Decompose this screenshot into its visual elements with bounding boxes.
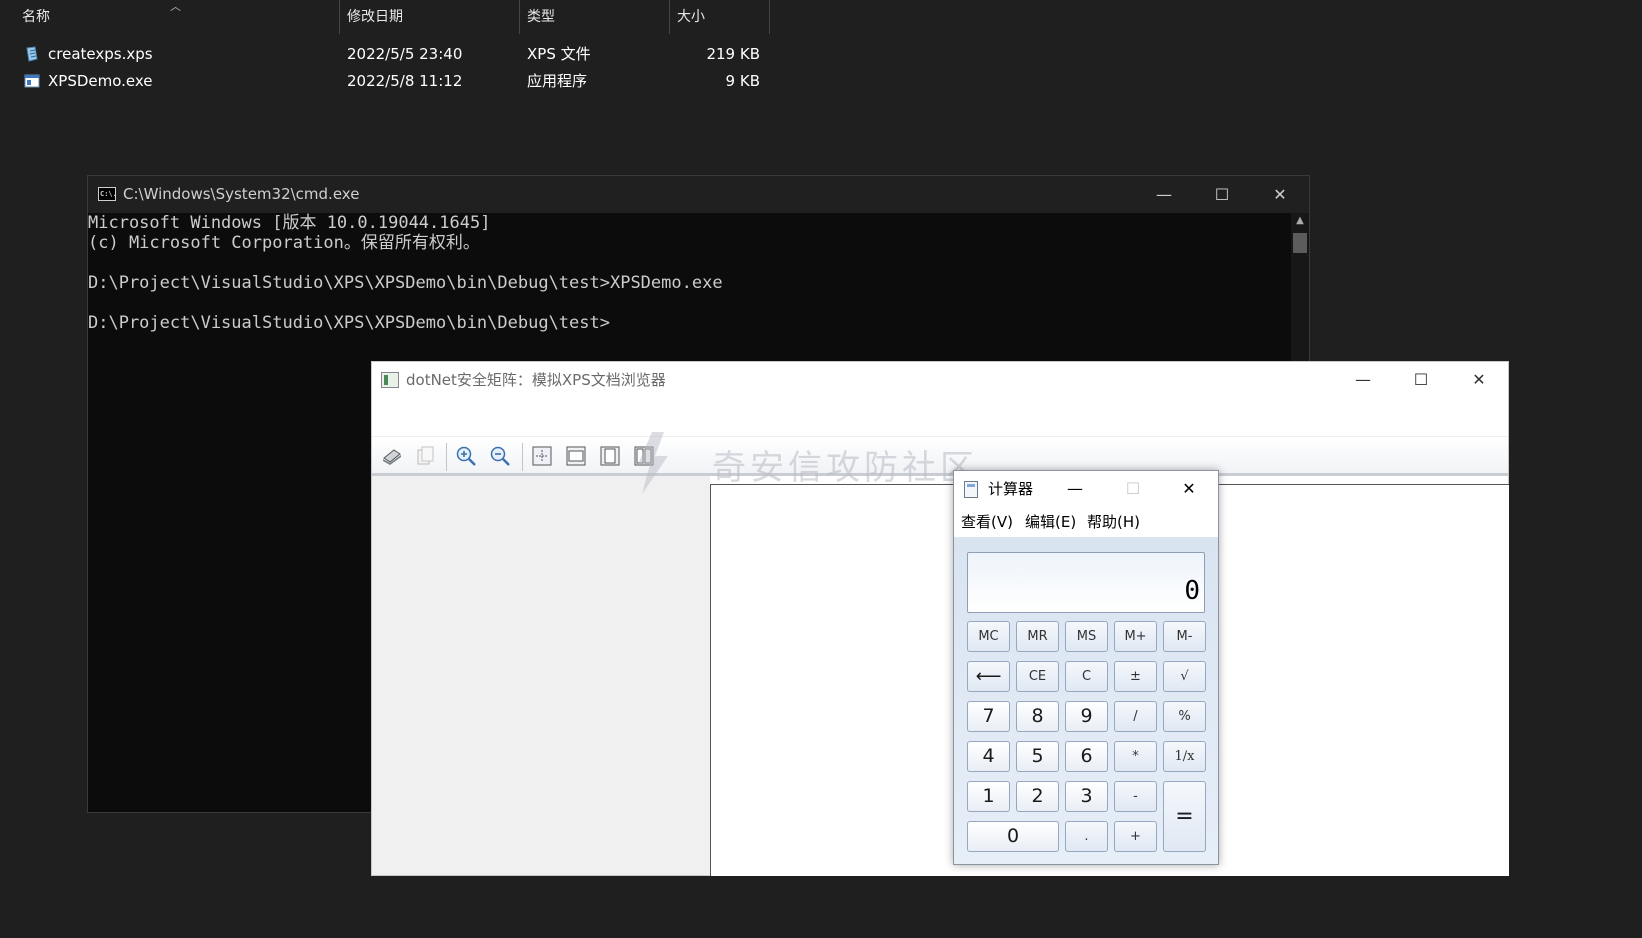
xps-viewer-window[interactable]: dotNet安全矩阵：模拟XPS文档浏览器 — ☐ ✕ 奇安信攻防社区 — [371, 361, 1509, 876]
menu-help[interactable]: 帮助(H) — [1087, 507, 1140, 537]
file-size: 9 KB — [725, 72, 760, 90]
menu-edit[interactable]: 编辑(E) — [1025, 507, 1076, 537]
digit-8-button[interactable]: 8 — [1016, 701, 1059, 732]
file-name: XPSDemo.exe — [48, 72, 153, 90]
xps-file-icon — [26, 46, 38, 62]
digit-9-button[interactable]: 9 — [1065, 701, 1108, 732]
whole-page-icon[interactable] — [598, 444, 622, 468]
exe-file-icon — [24, 74, 40, 88]
digit-4-button[interactable]: 4 — [967, 741, 1010, 772]
cmd-title-bar[interactable]: C:\. C:\Windows\System32\cmd.exe — ☐ ✕ — [88, 176, 1309, 213]
file-date: 2022/5/8 11:12 — [347, 72, 463, 90]
column-size[interactable]: 大小 — [669, 0, 769, 34]
app-icon — [381, 372, 399, 388]
m-minus-button[interactable]: M- — [1163, 621, 1206, 652]
digit-1-button[interactable]: 1 — [967, 781, 1010, 812]
mr-button[interactable]: MR — [1016, 621, 1059, 652]
sort-ascending-icon: ︿ — [170, 0, 181, 13]
percent-button[interactable]: % — [1163, 701, 1206, 732]
cmd-close-button[interactable]: ✕ — [1251, 176, 1309, 213]
digit-3-button[interactable]: 3 — [1065, 781, 1108, 812]
column-divider[interactable] — [769, 0, 770, 34]
console-line: (c) Microsoft Corporation。保留所有权利。 — [88, 233, 480, 253]
digit-2-button[interactable]: 2 — [1016, 781, 1059, 812]
xps-maximize-button[interactable]: ☐ — [1392, 362, 1450, 398]
watermark-text: 奇安信攻防社区 — [712, 448, 978, 488]
divide-button[interactable]: / — [1114, 701, 1157, 732]
xps-title: dotNet安全矩阵：模拟XPS文档浏览器 — [406, 371, 666, 389]
zoom-out-icon[interactable] — [488, 444, 512, 468]
calc-maximize-button: ☐ — [1125, 479, 1141, 498]
console-line: D:\Project\VisualStudio\XPS\XPSDemo\bin\… — [88, 273, 723, 293]
calc-title-bar[interactable]: 计算器 — ☐ ✕ — [954, 471, 1218, 507]
file-size: 219 KB — [706, 45, 760, 63]
digit-7-button[interactable]: 7 — [967, 701, 1010, 732]
console-line: Microsoft Windows [版本 10.0.19044.1645] — [88, 213, 491, 233]
file-row[interactable]: createxps.xps 2022/5/5 23:40 XPS 文件 219 … — [0, 41, 772, 67]
zoom-in-icon[interactable] — [454, 444, 478, 468]
xps-close-button[interactable]: ✕ — [1450, 362, 1508, 398]
actual-size-icon[interactable] — [530, 444, 554, 468]
file-row[interactable]: XPSDemo.exe 2022/5/8 11:12 应用程序 9 KB — [0, 68, 772, 94]
cmd-icon: C:\. — [98, 187, 117, 201]
scroll-up-icon[interactable]: ▲ — [1291, 215, 1309, 226]
m-plus-button[interactable]: M+ — [1114, 621, 1157, 652]
cmd-maximize-button[interactable]: ☐ — [1193, 176, 1251, 213]
file-explorer: 名称 ︿ 修改日期 类型 大小 createxps.xps 2022/5/5 2… — [0, 0, 1642, 170]
ms-button[interactable]: MS — [1065, 621, 1108, 652]
print-icon[interactable] — [380, 444, 404, 468]
calculator-window[interactable]: 计算器 — ☐ ✕ 查看(V) 编辑(E) 帮助(H) 0 MC MR MS M… — [953, 470, 1219, 865]
watermark-logo — [638, 432, 668, 494]
xps-minimize-button[interactable]: — — [1334, 362, 1392, 398]
toolbar-separator — [446, 443, 447, 471]
column-header: 名称 ︿ 修改日期 类型 大小 — [0, 0, 772, 34]
menu-view[interactable]: 查看(V) — [961, 507, 1013, 537]
document-viewer-margin[interactable] — [372, 476, 710, 875]
clear-button[interactable]: C — [1065, 661, 1108, 692]
calc-minimize-button[interactable]: — — [1046, 471, 1104, 507]
file-date: 2022/5/5 23:40 — [347, 45, 463, 63]
mc-button[interactable]: MC — [967, 621, 1010, 652]
calc-title: 计算器 — [988, 480, 1034, 498]
file-name: createxps.xps — [48, 45, 153, 63]
calc-menu-bar: 查看(V) 编辑(E) 帮助(H) — [954, 507, 1218, 537]
calc-display: 0 — [967, 552, 1205, 613]
ce-button[interactable]: CE — [1016, 661, 1059, 692]
file-type: 应用程序 — [527, 72, 588, 90]
display-value: 0 — [1184, 576, 1200, 606]
digit-0-button[interactable]: 0 — [967, 821, 1059, 852]
column-date[interactable]: 修改日期 — [339, 0, 519, 34]
reciprocal-button[interactable]: 1/x — [1163, 741, 1206, 772]
file-type: XPS 文件 — [527, 45, 591, 63]
column-type[interactable]: 类型 — [519, 0, 669, 34]
toolbar-separator — [522, 443, 523, 471]
calculator-icon — [964, 481, 978, 498]
backspace-button[interactable]: ⟵ — [967, 661, 1010, 692]
subtract-button[interactable]: - — [1114, 781, 1157, 812]
calc-close-button[interactable]: ✕ — [1160, 471, 1218, 507]
console-line: D:\Project\VisualStudio\XPS\XPSDemo\bin\… — [88, 313, 610, 333]
multiply-button[interactable]: * — [1114, 741, 1157, 772]
decimal-button[interactable]: . — [1065, 821, 1108, 852]
cmd-minimize-button[interactable]: — — [1135, 176, 1193, 213]
fit-width-icon[interactable] — [564, 444, 588, 468]
add-button[interactable]: + — [1114, 821, 1157, 852]
copy-icon[interactable] — [414, 444, 438, 468]
plus-minus-button[interactable]: ± — [1114, 661, 1157, 692]
xps-title-bar[interactable]: dotNet安全矩阵：模拟XPS文档浏览器 — ☐ ✕ — [372, 362, 1508, 398]
sqrt-button[interactable]: √ — [1163, 661, 1206, 692]
cmd-title: C:\Windows\System32\cmd.exe — [123, 185, 360, 203]
digit-6-button[interactable]: 6 — [1065, 741, 1108, 772]
equals-button[interactable]: = — [1163, 781, 1206, 852]
scroll-thumb[interactable] — [1293, 233, 1307, 253]
calc-body: 0 MC MR MS M+ M- ⟵ CE C ± √ 7 8 9 / % 4 … — [954, 537, 1218, 864]
digit-5-button[interactable]: 5 — [1016, 741, 1059, 772]
